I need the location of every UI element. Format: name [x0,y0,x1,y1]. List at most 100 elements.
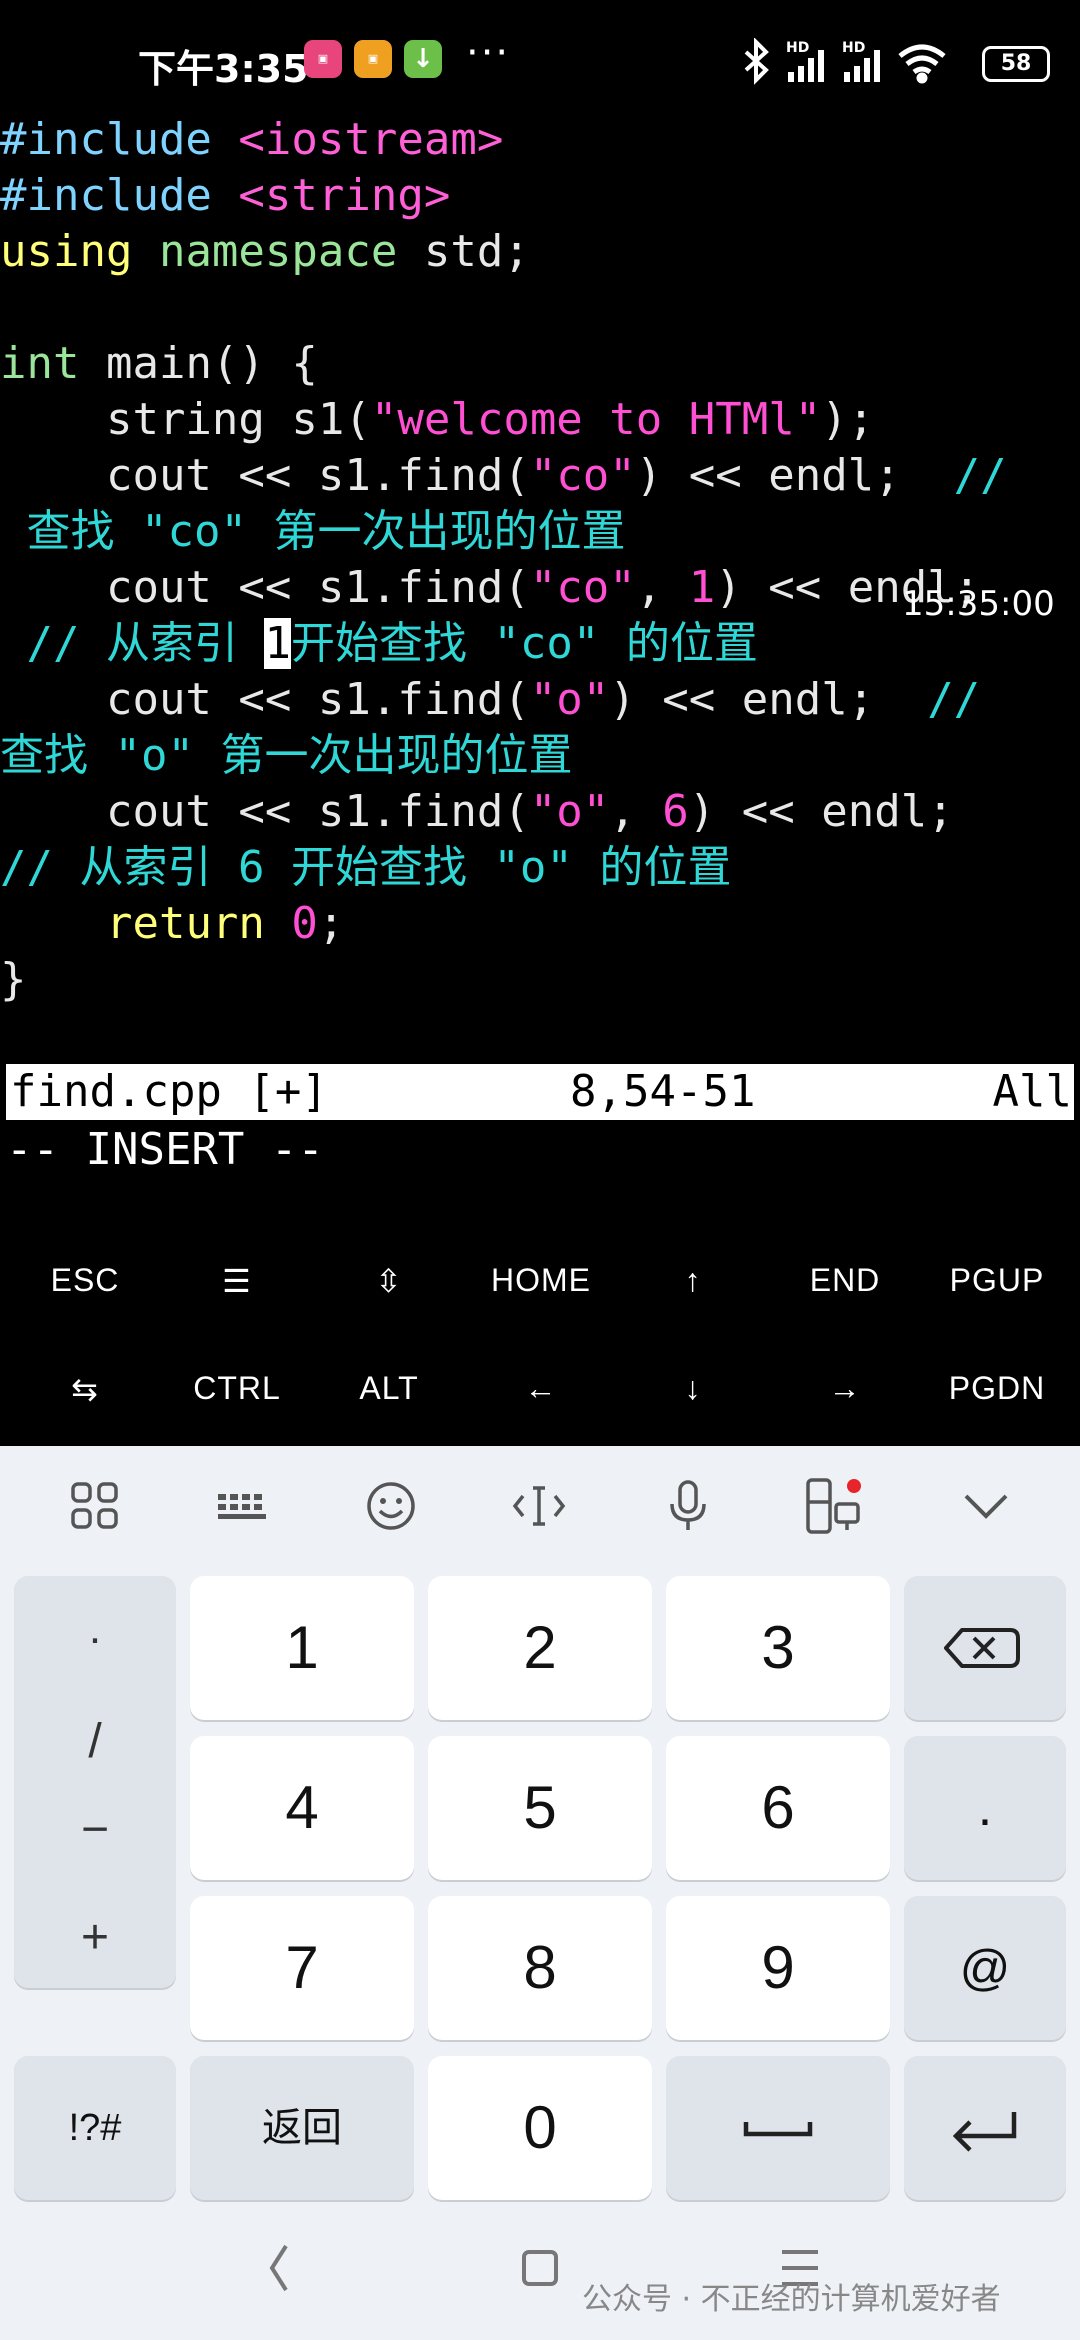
emoji-icon[interactable] [361,1476,421,1536]
digit-key[interactable]: 8 [428,1896,652,2040]
key-label: 9 [761,1934,795,2001]
extra-key[interactable]: ↓ [618,1370,768,1407]
code-line: return 0; [0,896,1080,952]
digit-key[interactable]: 2 [428,1576,652,1720]
more-notifications-icon: ··· [466,30,511,76]
extra-key[interactable]: ← [466,1370,616,1407]
extra-key[interactable]: END [770,1262,920,1299]
text-cursor: 1 [264,618,291,669]
code-token: 第一次出现的位置 [246,506,626,557]
code-line: 查找 "o" 第一次出现的位置 [0,728,1080,784]
code-token: int [0,338,80,389]
extra-key[interactable]: → [770,1370,920,1407]
code-line: cout << s1.find("o") << endl; // [0,672,1080,728]
code-line: } [0,952,1080,1008]
digit-key[interactable]: 7 [190,1896,414,2040]
extra-key[interactable]: ↑ [618,1262,768,1299]
key-label: 3 [761,1614,795,1681]
digit-key[interactable]: 1 [190,1576,414,1720]
digit-key[interactable]: 4 [190,1736,414,1880]
code-token: #include [0,114,239,165]
extra-key[interactable]: ⇳ [314,1262,464,1300]
signal-hd-label: HD [842,40,865,56]
digit-key[interactable]: 6 [666,1736,890,1880]
download-icon: ↓ [404,40,442,78]
zero-key[interactable]: 0 [428,2056,652,2200]
space-icon [743,2122,813,2137]
code-token: "o" [529,674,610,725]
key-label: 7 [285,1934,319,2001]
signal-hd-label: HD [786,40,809,56]
digit-key[interactable]: 9 [666,1896,890,2040]
digit-key[interactable]: 5 [428,1736,652,1880]
code-line: // 从索引 6 开始查找 "o" 的位置 [0,840,1080,896]
code-token: 查找 [0,506,141,557]
apps-icon[interactable] [65,1476,125,1536]
vim-cursor-position: 8,54-51 [570,1066,756,1117]
symbols-key[interactable]: !?# [14,2056,176,2200]
vim-scroll-position: All [992,1066,1072,1117]
space-key[interactable] [666,2056,890,2200]
terminal-editor[interactable]: #include <iostream> #include <string> usin… [0,112,1080,1008]
code-token: 0 [291,898,318,949]
mic-icon[interactable] [658,1476,718,1536]
code-token: 开始查找 "co" 的位置 [290,618,758,669]
code-line: // 从索引 1开始查找 "co" 的位置 [0,616,1080,672]
code-token: 6 [662,786,689,837]
code-token: namespace [158,226,398,277]
extra-key[interactable]: CTRL [162,1370,312,1407]
code-token: ) << endl; [609,674,928,725]
cursor-move-icon[interactable] [509,1476,569,1536]
enter-key[interactable] [904,2056,1066,2200]
code-token: string s1( [0,394,371,445]
symbol-plus[interactable]: + [14,1910,176,1965]
keyboard-icon[interactable] [212,1476,272,1536]
code-token: "co" [140,506,247,557]
backspace-icon [944,1628,1020,1668]
time-overlay: 15:35:00 [902,584,1055,624]
digit-key[interactable]: 3 [666,1576,890,1720]
code-line: 查找 "co" 第一次出现的位置 [0,504,1080,560]
code-token: // 从索引 6 开始查找 "o" 的位置 [0,842,732,893]
status-icons: HD HD [744,38,946,85]
key-label: 0 [523,2094,557,2161]
code-token: , [635,562,689,613]
code-token: cout << s1.find( [0,674,530,725]
code-line: #include <iostream> [0,112,1080,168]
symbol-column[interactable]: . / − + [14,1576,176,1988]
bluetooth-icon [744,38,769,85]
soft-keyboard: . / − + 1 2 3 4 5 6 7 8 9 . @ !?# 返回 0 [0,1446,1080,2340]
code-token: cout << s1.find( [0,786,530,837]
symbol-dot[interactable]: . [14,1604,176,1654]
backspace-key[interactable] [904,1576,1066,1720]
code-token: cout << s1.find( [0,562,530,613]
dot-key[interactable]: . [904,1736,1066,1880]
extra-key[interactable]: ESC [10,1262,160,1299]
code-token: "o" [529,786,610,837]
symbol-slash[interactable]: / [14,1714,176,1769]
device-switch-icon[interactable] [804,1476,864,1536]
extra-key[interactable]: PGUP [922,1262,1072,1299]
status-time: 下午3:35 [138,47,309,91]
code-token: // [953,450,1007,501]
code-token: } [0,954,27,1005]
extra-key[interactable]: ALT [314,1370,464,1407]
code-token: "welcome to HTMl" [370,394,822,445]
app-notification-icon: ▣ [354,40,392,78]
battery-icon: 58 [982,46,1050,82]
back-key[interactable]: 返回 [190,2056,414,2200]
symbol-minus[interactable]: − [14,1802,176,1857]
wifi-icon [898,44,946,84]
collapse-keyboard-icon[interactable] [956,1476,1016,1536]
key-label: 2 [523,1614,557,1681]
extra-key[interactable]: ☰ [162,1262,312,1300]
extra-key[interactable]: HOME [466,1262,616,1299]
extra-key[interactable]: ⇆ [10,1370,160,1408]
at-key[interactable]: @ [904,1896,1066,2040]
extra-key[interactable]: PGDN [922,1370,1072,1407]
app-notification-icon: ▣ [304,40,342,78]
navigation-bar [269,2244,818,2292]
code-token: using [0,226,133,277]
code-token: cout << s1.find( [0,450,530,501]
